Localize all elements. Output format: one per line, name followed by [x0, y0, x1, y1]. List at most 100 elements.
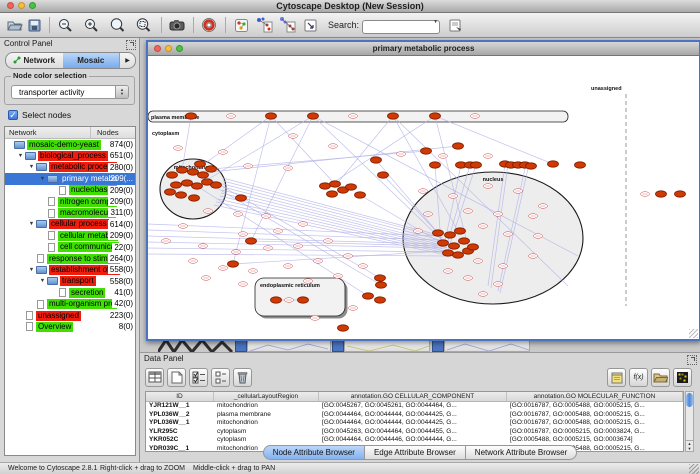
unselect-attributes-icon[interactable] [211, 368, 230, 387]
app-resize-grip[interactable] [689, 464, 699, 474]
table-scrollbar[interactable]: ▲▼ [685, 391, 694, 452]
tree-row[interactable]: response to stimulu264(0) [5, 253, 135, 264]
table-row[interactable]: YKR052Ccytoplasm[GO:0044464, GO:0044446,… [146, 436, 683, 445]
network-node[interactable] [378, 172, 389, 178]
combo-stepper-icon[interactable]: ▲▼ [115, 86, 128, 98]
zoom-out-icon[interactable] [55, 15, 75, 35]
tree-row[interactable]: ▼primary metabo209(... [5, 173, 135, 184]
network-node[interactable] [330, 181, 341, 187]
more-tabs-button[interactable]: ▶ [119, 53, 135, 68]
tree-row[interactable]: ▼transport558(0) [5, 276, 135, 287]
edge[interactable] [271, 116, 335, 184]
network-node[interactable] [186, 113, 197, 119]
network-node[interactable] [195, 161, 206, 167]
network-node[interactable] [371, 157, 382, 163]
tree-row[interactable]: secretion41(0) [5, 287, 135, 298]
network-node[interactable] [355, 192, 366, 198]
network-node[interactable] [430, 162, 441, 168]
network-node[interactable] [298, 297, 309, 303]
network-node[interactable] [228, 261, 239, 267]
tree-row[interactable]: ▼biological_process651(0) [5, 150, 135, 161]
table-row[interactable]: YJR121W__1mitochondrion[GO:0045267, GO:0… [146, 402, 683, 411]
snapshot-icon[interactable] [167, 15, 187, 35]
help-icon[interactable] [199, 15, 219, 35]
zoom-button[interactable] [29, 2, 36, 9]
minimize-button[interactable] [18, 2, 25, 9]
disclosure-triangle-icon[interactable]: ▼ [38, 278, 47, 284]
select-nodes-checkbox[interactable]: ✓ [8, 110, 18, 120]
background-window[interactable] [344, 340, 430, 352]
network-node[interactable] [526, 163, 537, 169]
background-window-edge[interactable] [432, 340, 444, 352]
network-node[interactable] [211, 182, 222, 188]
background-window[interactable] [247, 340, 331, 352]
disclosure-triangle-icon[interactable]: ▼ [16, 153, 25, 159]
network-node[interactable] [320, 183, 331, 189]
disclosure-triangle-icon[interactable]: ▼ [38, 176, 47, 182]
network-node[interactable] [338, 325, 349, 331]
network-node[interactable] [438, 240, 449, 246]
network-node[interactable] [206, 166, 217, 172]
select-attributes-icon[interactable] [189, 368, 208, 387]
network-node[interactable] [433, 230, 444, 236]
float-panel-icon[interactable] [126, 40, 136, 50]
network-node[interactable] [176, 192, 187, 198]
network-node[interactable] [430, 113, 441, 119]
zoom-in-icon[interactable] [81, 15, 101, 35]
matrix-icon[interactable] [673, 368, 692, 387]
zoom-button[interactable] [176, 45, 183, 52]
import-attributes-icon[interactable] [651, 368, 670, 387]
edge[interactable] [313, 116, 443, 241]
network-node[interactable] [575, 162, 586, 168]
vizmapper-icon[interactable] [231, 15, 251, 35]
zoom-fit-icon[interactable] [107, 15, 127, 35]
float-panel-icon[interactable] [687, 355, 697, 365]
network-node[interactable] [375, 297, 386, 303]
tree-row[interactable]: Overview8(0) [5, 321, 135, 332]
tree-row[interactable]: cellular metabol209(0) [5, 230, 135, 241]
network-window-titlebar[interactable]: primary metabolic process [148, 42, 699, 56]
close-button[interactable] [7, 2, 14, 9]
open-icon[interactable] [4, 15, 24, 35]
network-node[interactable] [421, 148, 432, 154]
tab-mosaic[interactable]: Mosaic [63, 53, 120, 68]
network-node[interactable] [165, 189, 176, 195]
network-node[interactable] [236, 195, 247, 201]
network-node[interactable] [453, 252, 464, 258]
table-row[interactable]: YPL036W__1mitochondrion[GO:0044464, GO:0… [146, 419, 683, 428]
search-input[interactable] [362, 20, 440, 34]
network-node[interactable] [376, 282, 387, 288]
network-node[interactable] [656, 191, 667, 197]
network-node[interactable] [455, 228, 466, 234]
disclosure-triangle-icon[interactable]: ▼ [27, 221, 36, 227]
minimize-button[interactable] [165, 45, 172, 52]
new-attribute-icon[interactable] [167, 368, 186, 387]
edge[interactable] [207, 182, 381, 285]
save-icon[interactable] [24, 15, 44, 35]
network-node[interactable] [445, 232, 456, 238]
tree-row[interactable]: unassigned223(0) [5, 310, 135, 321]
layout-red-icon[interactable] [277, 15, 297, 35]
network-node[interactable] [182, 180, 193, 186]
network-node[interactable] [192, 183, 203, 189]
tab-node-attribute-browser[interactable]: Node Attribute Browser [263, 445, 365, 460]
network-node[interactable] [443, 250, 454, 256]
annotation-icon[interactable] [300, 15, 320, 35]
edge[interactable] [148, 254, 446, 256]
close-button[interactable] [154, 45, 161, 52]
network-node[interactable] [198, 172, 209, 178]
network-node[interactable] [271, 297, 282, 303]
background-window[interactable] [444, 340, 530, 352]
edge[interactable] [435, 116, 553, 164]
attribute-editor-icon[interactable] [607, 368, 626, 387]
function-builder-icon[interactable]: f(x) [629, 368, 648, 387]
tree-row[interactable]: nitrogen compo209(0) [5, 196, 135, 207]
tab-edge-attribute-browser[interactable]: Edge Attribute Browser [365, 445, 466, 460]
network-node[interactable] [675, 191, 686, 197]
network-node[interactable] [548, 161, 559, 167]
background-window-edge[interactable] [332, 340, 344, 352]
network-node[interactable] [449, 243, 460, 249]
tab-network-attribute-browser[interactable]: Network Attribute Browser [466, 445, 577, 460]
zoom-selected-icon[interactable] [133, 15, 153, 35]
table-row[interactable]: YPL036W__2plasma membrane[GO:0044464, GO… [146, 411, 683, 420]
